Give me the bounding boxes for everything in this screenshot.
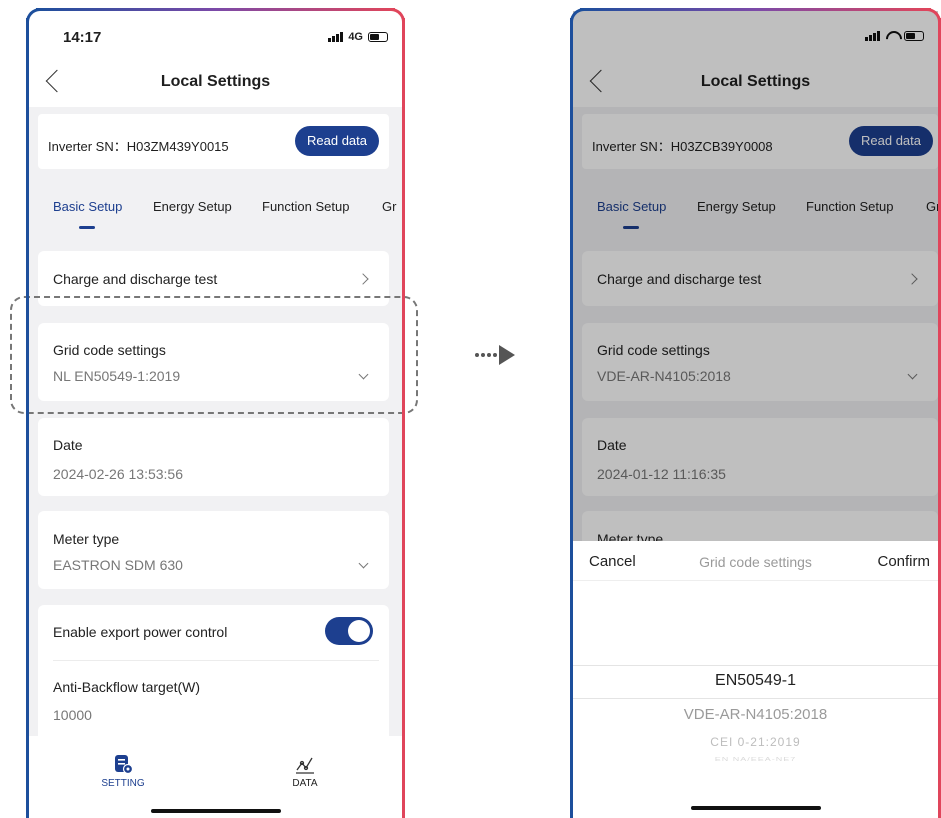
date-row: Date 2024-02-26 13:53:56 [38,418,389,496]
picker-option[interactable]: CEI 0-21:2019 [573,735,938,749]
read-data-button[interactable]: Read data [295,126,379,156]
inverter-sn: Inverter SN：H03ZM439Y0015 [48,139,229,154]
divider [53,660,379,661]
battery-icon [368,32,388,42]
chevron-down-icon [358,369,369,380]
network-type: 4G [348,31,363,43]
active-tab-indicator [79,226,95,229]
export-control-card: Enable export power control Anti-Backflo… [38,605,389,747]
grid-code-label: Grid code settings [53,342,166,358]
settings-tabs: Basic Setup Energy Setup Function Setup … [29,193,402,223]
status-icons: 4G [328,31,388,43]
data-chart-icon [296,757,314,774]
date-label: Date [53,437,83,453]
tab-energy-setup[interactable]: Energy Setup [153,199,232,214]
anti-backflow-label: Anti-Backflow target(W) [53,679,201,695]
tab-grid[interactable]: Gr [382,199,396,214]
charge-discharge-test-row[interactable]: Charge and discharge test [38,251,389,306]
picker-option[interactable]: VDE-AR-N4105:2018 [573,706,938,723]
home-indicator [150,809,281,813]
bottom-tab-bar: SETTING DATA [29,739,402,818]
export-control-label: Enable export power control [53,624,228,640]
transition-arrow-icon [475,345,515,365]
picker-option-selected[interactable]: EN50549-1 [573,672,938,690]
export-control-toggle[interactable] [325,617,373,645]
tab-data-label: DATA [292,778,318,789]
date-value: 2024-02-26 13:53:56 [53,466,183,482]
chevron-down-icon [358,558,369,569]
meter-type-label: Meter type [53,531,120,547]
nav-bar: Local Settings [29,63,402,107]
setting-icon [115,755,134,775]
modal-overlay[interactable] [573,11,938,541]
tab-setting-label: SETTING [101,778,145,789]
anti-backflow-value[interactable]: 10000 [53,707,92,723]
screen: Local Settings Inverter SN：H03ZCB39Y0008… [573,11,938,818]
tab-setting[interactable]: SETTING [93,753,153,789]
grid-code-picker-sheet: Cancel Grid code settings Confirm EN5054… [573,541,938,818]
picker-selection-line [573,698,938,699]
grid-code-settings-row[interactable]: Grid code settings NL EN50549-1:2019 [38,323,389,401]
meter-type-row[interactable]: Meter type EASTRON SDM 630 [38,511,389,589]
picker-option[interactable]: EN NA/EEA-NE7 [573,756,938,762]
meter-type-value: EASTRON SDM 630 [53,557,183,573]
status-time: 14:17 [63,29,102,46]
tab-function-setup[interactable]: Function Setup [262,199,349,214]
inverter-sn-card: Inverter SN：H03ZM439Y0015 Read data [38,114,389,169]
charge-test-label: Charge and discharge test [53,271,218,287]
home-indicator [690,806,821,810]
tab-data[interactable]: DATA [275,753,335,789]
page-title: Local Settings [160,73,271,90]
toggle-knob [348,620,370,642]
signal-icon [328,32,344,42]
tab-basic-setup[interactable]: Basic Setup [53,199,122,214]
settings-content: Inverter SN：H03ZM439Y0015 Read data Basi… [29,107,402,747]
frame-right [402,18,405,818]
picker-header: Cancel Grid code settings Confirm [573,541,938,581]
phone-before: 14:17 4G Local Settings Inverter SN：H03Z… [26,8,405,818]
chevron-right-icon [357,273,369,285]
picker-selection-line [573,665,938,666]
status-bar: 14:17 4G [29,11,402,63]
confirm-button[interactable]: Confirm [877,553,930,570]
phone-after: Local Settings Inverter SN：H03ZCB39Y0008… [570,8,941,818]
screen: 14:17 4G Local Settings Inverter SN：H03Z… [29,11,402,818]
grid-code-value: NL EN50549-1:2019 [53,368,181,384]
